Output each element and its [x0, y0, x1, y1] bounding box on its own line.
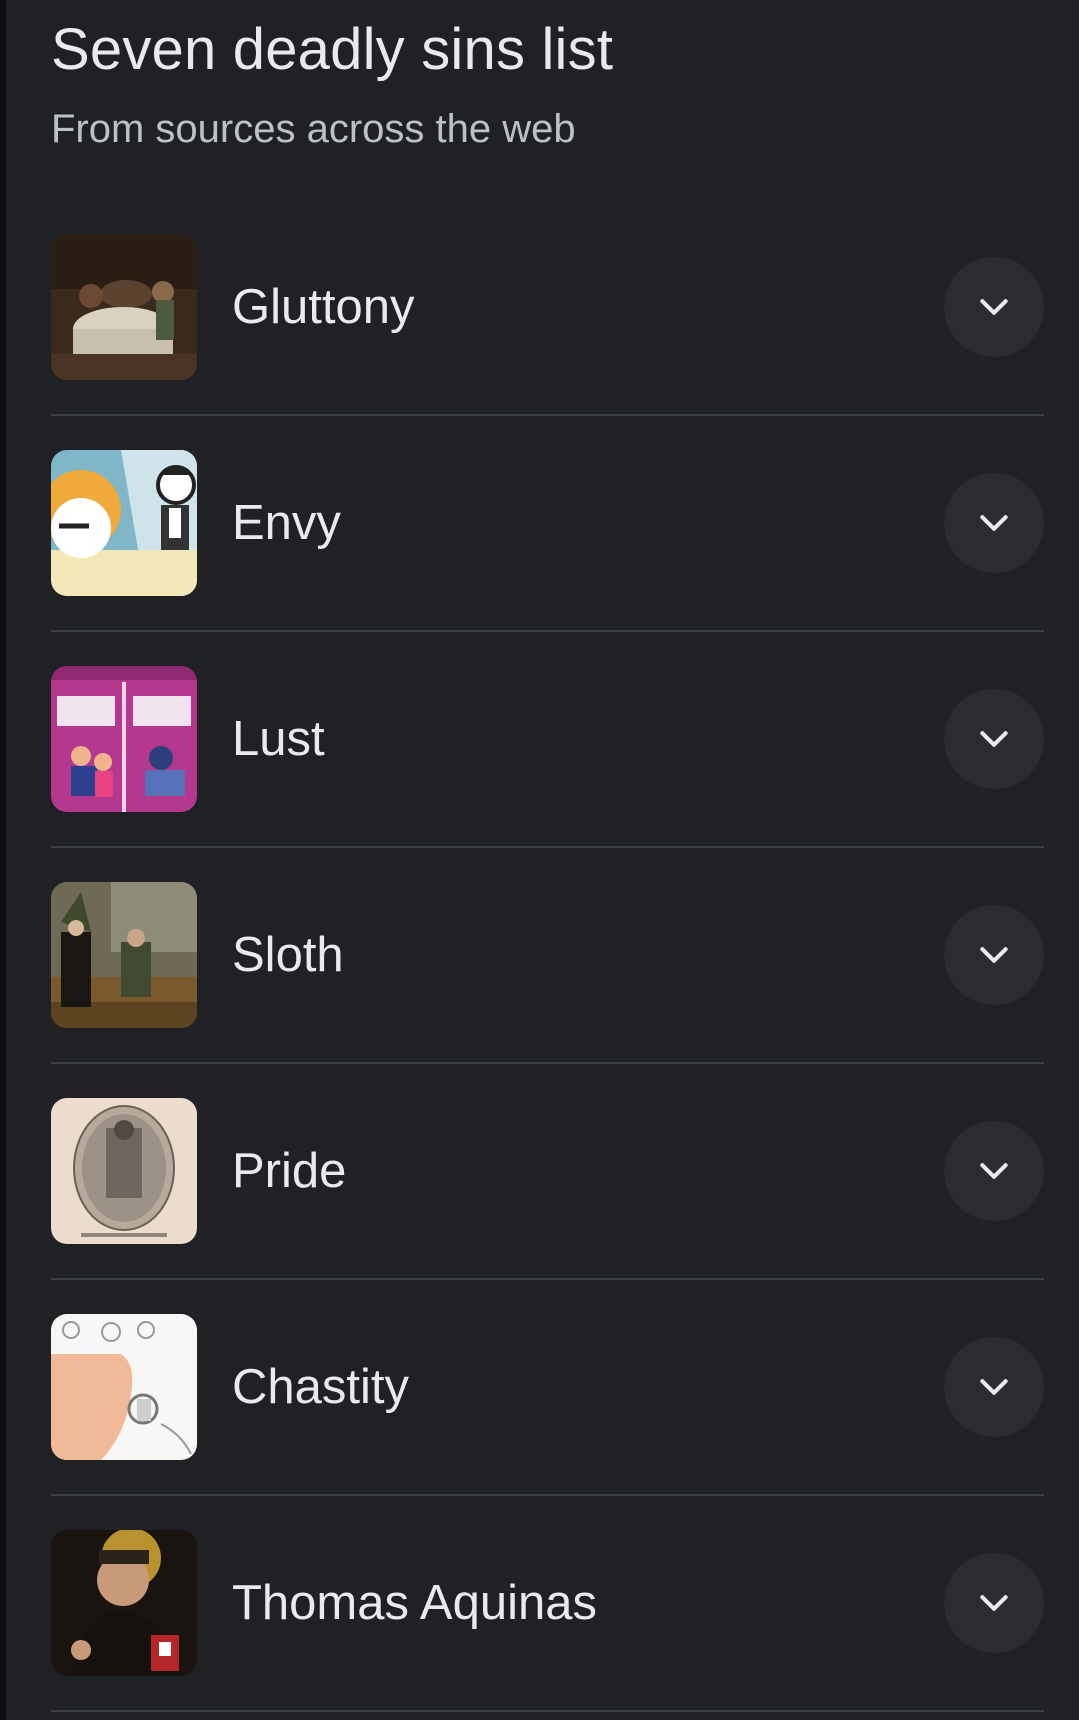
sins-list: Gluttony Envy Lust Sloth Pride Chastity … [51, 200, 1044, 1712]
chevron-down-icon [980, 731, 1008, 747]
chevron-down-icon [980, 1595, 1008, 1611]
item-label: Chastity [232, 1360, 410, 1414]
expand-button[interactable] [944, 1337, 1044, 1437]
page-title: Seven deadly sins list [51, 17, 614, 82]
thumbnail-thomas-aquinas [51, 1530, 197, 1676]
list-item-thomas-aquinas[interactable]: Thomas Aquinas [51, 1496, 1044, 1712]
thumbnail-chastity [51, 1314, 197, 1460]
item-label: Envy [232, 496, 341, 550]
expand-button[interactable] [944, 1553, 1044, 1653]
chevron-down-icon [980, 299, 1008, 315]
expand-button[interactable] [944, 905, 1044, 1005]
list-item-lust[interactable]: Lust [51, 632, 1044, 848]
page-subtitle: From sources across the web [51, 107, 576, 151]
chevron-down-icon [980, 1379, 1008, 1395]
list-item-pride[interactable]: Pride [51, 1064, 1044, 1280]
item-label: Thomas Aquinas [232, 1576, 597, 1630]
item-label: Lust [232, 712, 325, 766]
thumbnail-envy [51, 450, 197, 596]
thumbnail-sloth [51, 882, 197, 1028]
list-item-gluttony[interactable]: Gluttony [51, 200, 1044, 416]
expand-button[interactable] [944, 1121, 1044, 1221]
expand-button[interactable] [944, 257, 1044, 357]
expand-button[interactable] [944, 689, 1044, 789]
list-item-envy[interactable]: Envy [51, 416, 1044, 632]
item-label: Pride [232, 1144, 347, 1198]
expand-button[interactable] [944, 473, 1044, 573]
thumbnail-pride [51, 1098, 197, 1244]
item-label: Gluttony [232, 280, 415, 334]
thumbnail-gluttony [51, 234, 197, 380]
thumbnail-lust [51, 666, 197, 812]
chevron-down-icon [980, 1163, 1008, 1179]
chevron-down-icon [980, 947, 1008, 963]
list-item-sloth[interactable]: Sloth [51, 848, 1044, 1064]
left-edge [0, 0, 6, 1720]
item-label: Sloth [232, 928, 344, 982]
header: Seven deadly sins list From sources acro… [51, 14, 1039, 154]
list-item-chastity[interactable]: Chastity [51, 1280, 1044, 1496]
chevron-down-icon [980, 515, 1008, 531]
